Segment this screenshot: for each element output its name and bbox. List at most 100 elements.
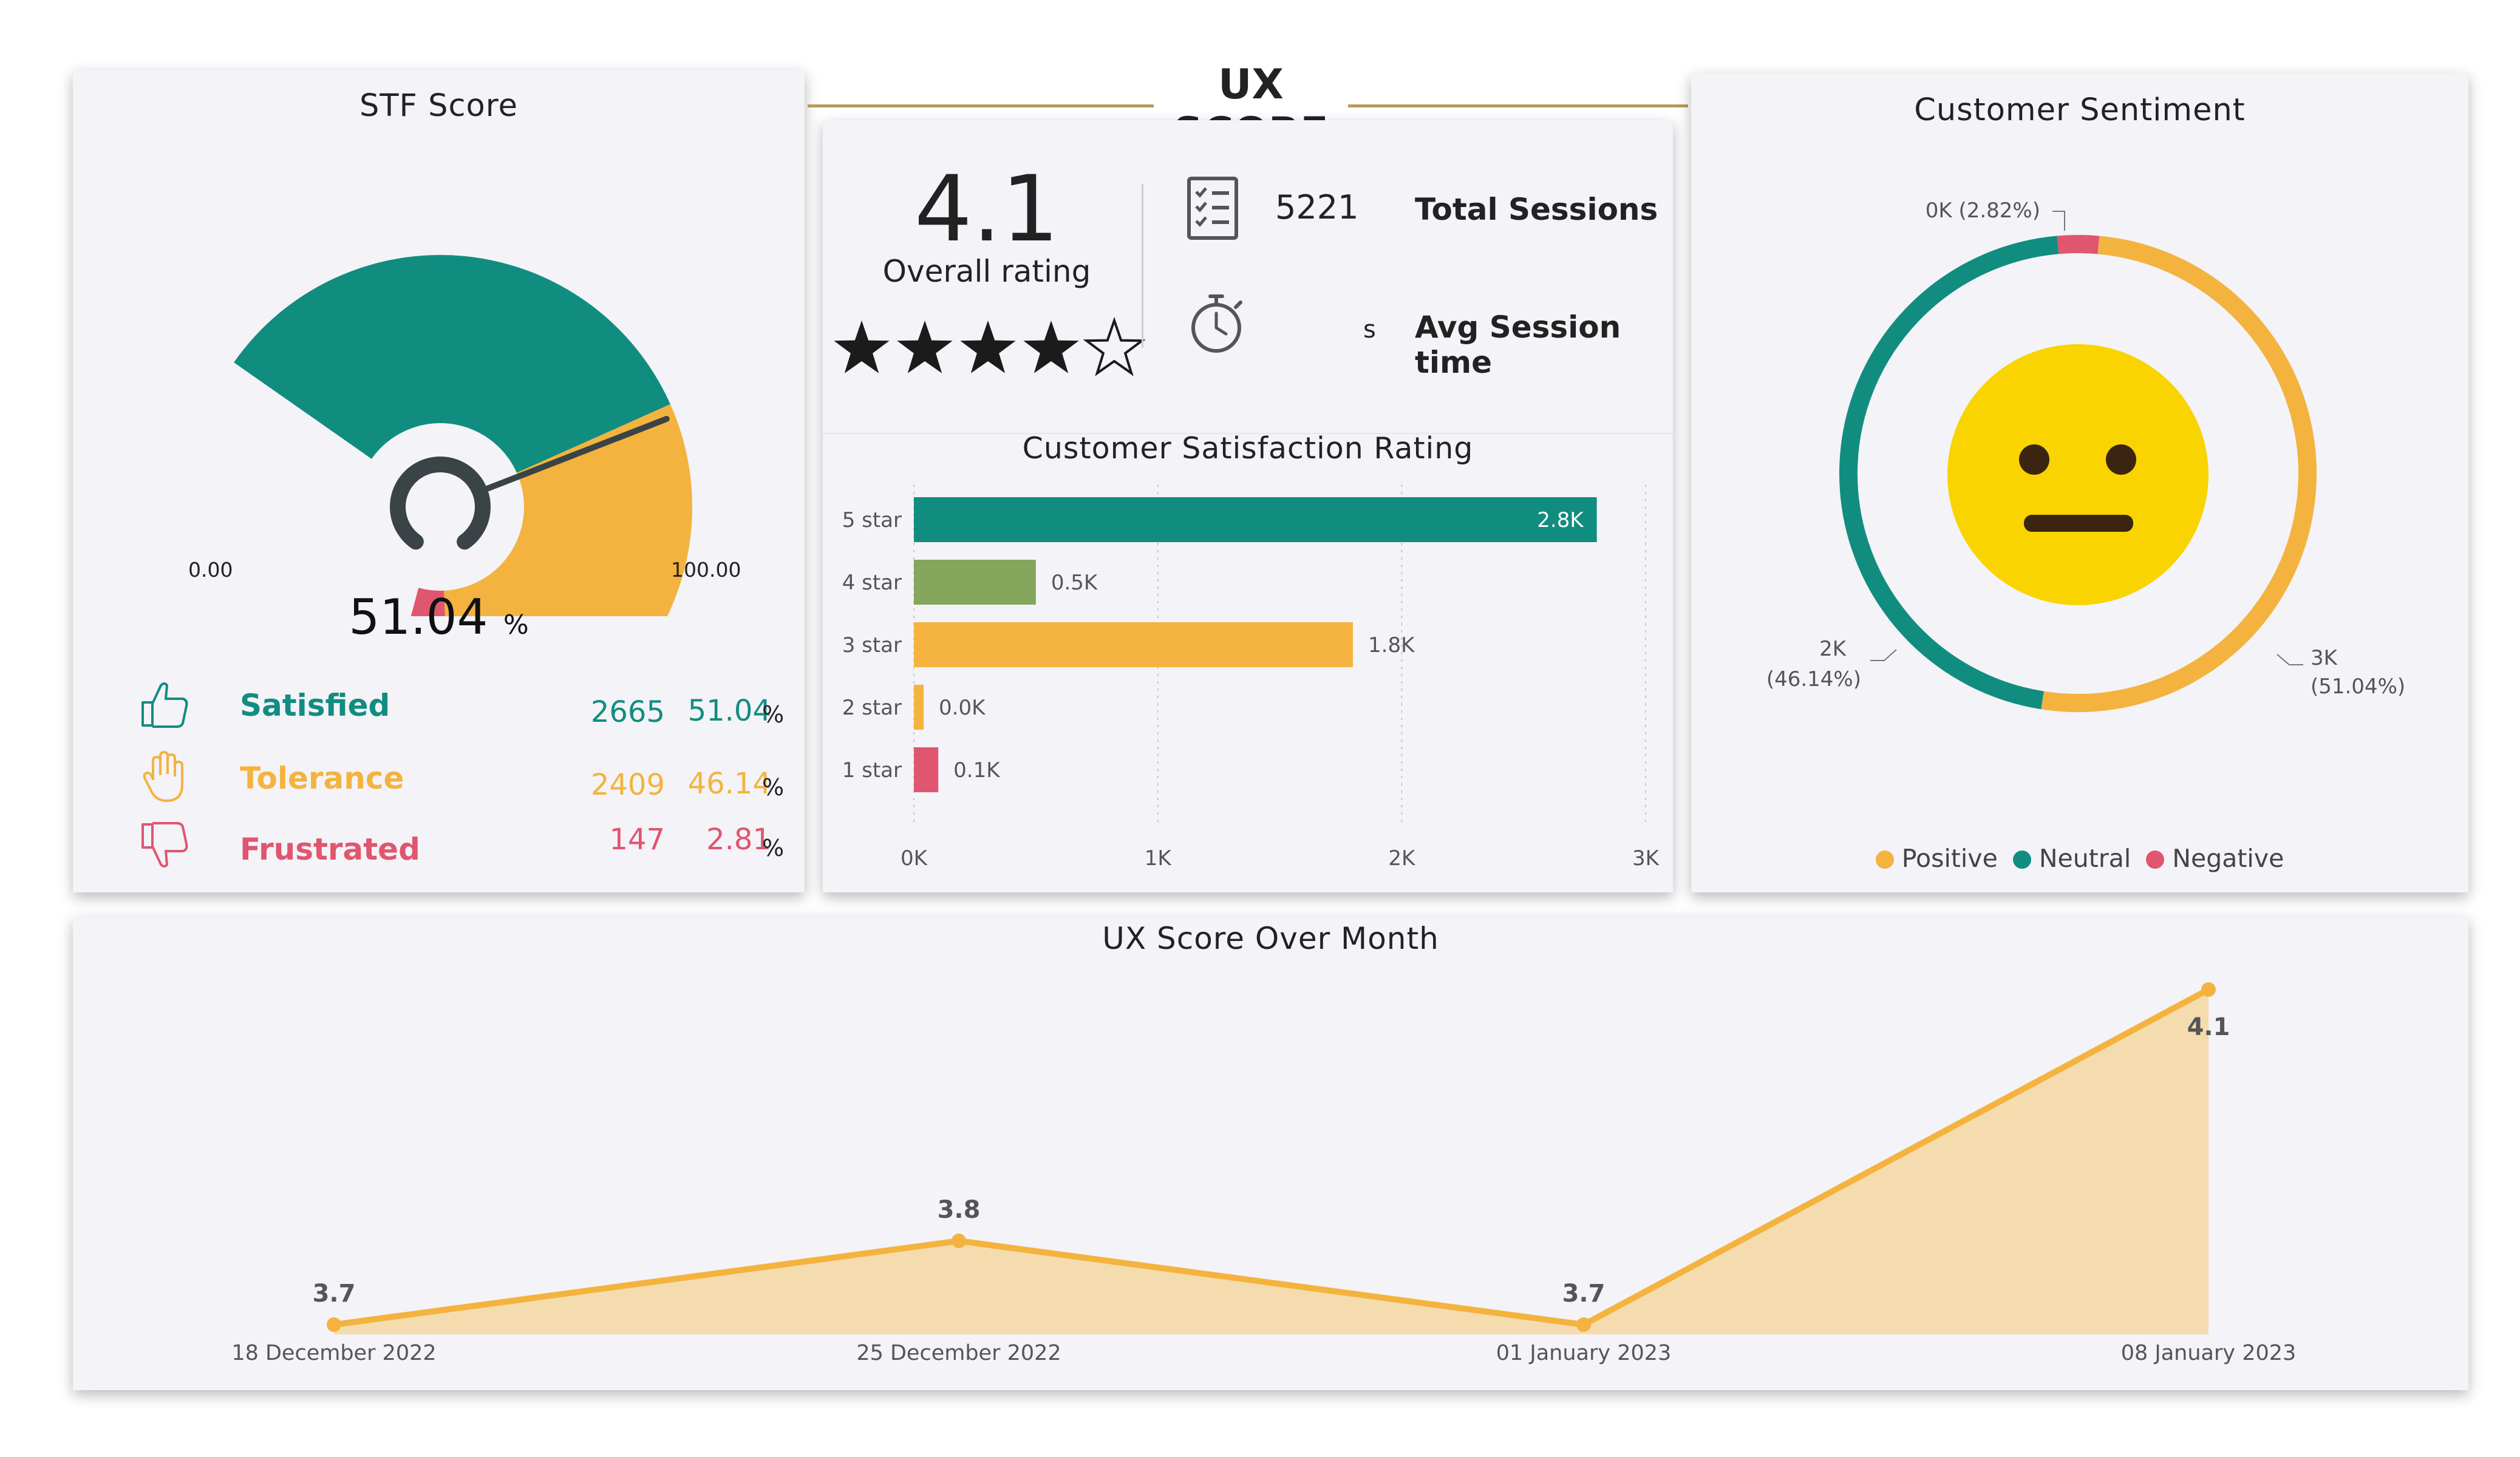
star-filled-icon bbox=[1023, 321, 1079, 373]
star-filled-icon bbox=[897, 321, 953, 373]
legend-item-neutral[interactable]: Neutral bbox=[2012, 844, 2139, 873]
bar-data-label: 1.8K bbox=[1368, 633, 1415, 657]
satisfied-count: 2665 bbox=[590, 695, 665, 729]
stf-gauge: 0.00 100.00 bbox=[188, 254, 741, 616]
tolerance-unit: % bbox=[762, 774, 785, 801]
data-point[interactable] bbox=[2201, 982, 2216, 997]
x-axis-label: 18 December 2022 bbox=[231, 1341, 436, 1365]
raised-hand-icon bbox=[143, 751, 183, 802]
donut-label-neutral: 2K bbox=[1819, 637, 1847, 661]
x-tick-label: 0K bbox=[901, 846, 928, 871]
donut-slice-negative[interactable] bbox=[2057, 235, 2100, 254]
category-label: 5 star bbox=[842, 508, 902, 532]
data-point[interactable] bbox=[952, 1234, 966, 1248]
leader-line bbox=[2052, 211, 2065, 231]
overall-rating-value: 4.1 bbox=[914, 157, 1060, 262]
overall-rating-label: Overall rating bbox=[882, 254, 1091, 289]
stf-value-unit: % bbox=[503, 610, 529, 640]
header-line-left bbox=[808, 104, 1154, 107]
satisfied-percent: 51.04 bbox=[687, 694, 771, 728]
stf-row-frustrated: Frustrated 147 2.81 % bbox=[73, 820, 805, 886]
star-empty-icon bbox=[1083, 316, 1146, 376]
frustrated-label: Frustrated bbox=[240, 832, 420, 867]
x-axis-label: 01 January 2023 bbox=[1496, 1341, 1672, 1365]
legend-label-negative: Negative bbox=[2172, 844, 2284, 873]
legend-label-neutral: Neutral bbox=[2038, 844, 2131, 873]
star-rating bbox=[830, 314, 1146, 381]
donut-label-negative: 0K (2.82%) bbox=[1926, 199, 2040, 223]
bar-data-label: 2.8K bbox=[1537, 508, 1584, 532]
header-line-right bbox=[1348, 104, 1688, 107]
sentiment-legend: Positive Neutral Negative bbox=[1691, 844, 2468, 873]
stopwatch-icon bbox=[1191, 294, 1242, 353]
thumbs-down-icon bbox=[141, 822, 188, 868]
total-sessions-label: Total Sessions bbox=[1415, 192, 1658, 227]
category-label: 1 star bbox=[842, 758, 902, 783]
stf-row-satisfied: Satisfied 2665 51.04 % bbox=[73, 677, 805, 744]
x-tick-label: 3K bbox=[1632, 846, 1660, 871]
bar[interactable] bbox=[914, 560, 1036, 605]
donut-label-positive: 3K bbox=[2311, 646, 2338, 670]
data-point[interactable] bbox=[327, 1317, 341, 1332]
satisfaction-bar-chart: 0K 1K 2K 3K 5 star 2.8K 4 star 0.5K 3 star 1.8K 2 … bbox=[842, 484, 1660, 871]
stf-row-tolerance: Tolerance 2409 46.14 % bbox=[73, 750, 805, 817]
bar-data-label: 0.5K bbox=[1051, 571, 1098, 595]
data-label: 3.8 bbox=[938, 1196, 981, 1224]
donut-label-neutral-pct: (46.14%) bbox=[1766, 667, 1861, 691]
category-label: 4 star bbox=[842, 571, 902, 595]
leader-line bbox=[2277, 654, 2303, 665]
tolerance-percent: 46.14 bbox=[687, 767, 771, 801]
checklist-icon bbox=[1187, 177, 1238, 240]
stf-value: 51.04 % bbox=[73, 589, 805, 645]
gauge-max-label: 100.00 bbox=[671, 558, 741, 582]
category-label: 2 star bbox=[842, 696, 902, 720]
neutral-face-icon bbox=[1947, 344, 2208, 605]
category-label: 3 star bbox=[842, 633, 902, 657]
gauge-hub-icon bbox=[390, 457, 491, 550]
data-label: 3.7 bbox=[313, 1280, 356, 1308]
satisfied-unit: % bbox=[762, 701, 785, 728]
stf-value-number: 51.04 bbox=[349, 589, 488, 645]
avg-session-label: Avg Session time bbox=[1415, 310, 1621, 380]
x-tick-label: 1K bbox=[1145, 846, 1173, 871]
frustrated-unit: % bbox=[762, 835, 785, 861]
bar[interactable] bbox=[914, 747, 939, 792]
star-filled-icon bbox=[834, 321, 890, 373]
ux-over-month-panel: UX Score Over Month 3.7 18 December 2022 3… bbox=[73, 917, 2468, 1390]
leader-line bbox=[1870, 649, 1897, 661]
bar[interactable] bbox=[914, 622, 1353, 667]
ux-score-area-chart: 3.7 18 December 2022 3.8 25 December 2022 3.… bbox=[231, 982, 2297, 1365]
data-label: 3.7 bbox=[1562, 1280, 1606, 1308]
thumbs-up-icon bbox=[141, 682, 188, 728]
x-axis-label: 08 January 2023 bbox=[2121, 1341, 2297, 1365]
legend-dot-neutral bbox=[2012, 851, 2031, 869]
sentiment-panel: Customer Sentiment 0K (2.82%) 3K (51.04%) 2… bbox=[1691, 73, 2468, 892]
legend-item-positive[interactable]: Positive bbox=[1875, 844, 2006, 873]
legend-dot-negative bbox=[2146, 851, 2165, 869]
tolerance-label: Tolerance bbox=[240, 761, 404, 796]
data-point[interactable] bbox=[1576, 1317, 1591, 1332]
frustrated-count: 147 bbox=[609, 823, 665, 857]
total-sessions-value: 5221 bbox=[1275, 188, 1359, 226]
bar-data-label: 0.1K bbox=[953, 758, 1001, 783]
frustrated-percent: 2.81 bbox=[706, 823, 771, 857]
data-label: 4.1 bbox=[2187, 1013, 2230, 1041]
satisfied-label: Satisfied bbox=[240, 688, 390, 723]
gauge-min-label: 0.00 bbox=[188, 558, 233, 582]
legend-label-positive: Positive bbox=[1901, 844, 1998, 873]
bar-data-label: 0.0K bbox=[939, 696, 986, 720]
star-filled-icon bbox=[960, 321, 1016, 373]
overall-panel: 4.1 Overall rating 5221 Total Sessions s… bbox=[823, 120, 1673, 892]
stf-score-panel: STF Score 0.00 100.00 51.04 % Satisfied … bbox=[73, 70, 805, 892]
x-axis-label: 25 December 2022 bbox=[856, 1341, 1061, 1365]
bar[interactable] bbox=[914, 497, 1597, 542]
legend-item-negative[interactable]: Negative bbox=[2146, 844, 2284, 873]
avg-session-unit: s bbox=[1363, 316, 1376, 344]
x-tick-label: 2K bbox=[1388, 846, 1416, 871]
legend-dot-positive bbox=[1875, 851, 1894, 869]
tolerance-count: 2409 bbox=[590, 768, 665, 802]
bar[interactable] bbox=[914, 685, 924, 730]
sentiment-donut-chart: 0K (2.82%) 3K (51.04%) 2K (46.14%) bbox=[1766, 199, 2405, 712]
satisfaction-chart-title: Customer Satisfaction Rating bbox=[1022, 431, 1474, 466]
donut-label-positive-pct: (51.04%) bbox=[2311, 674, 2405, 699]
